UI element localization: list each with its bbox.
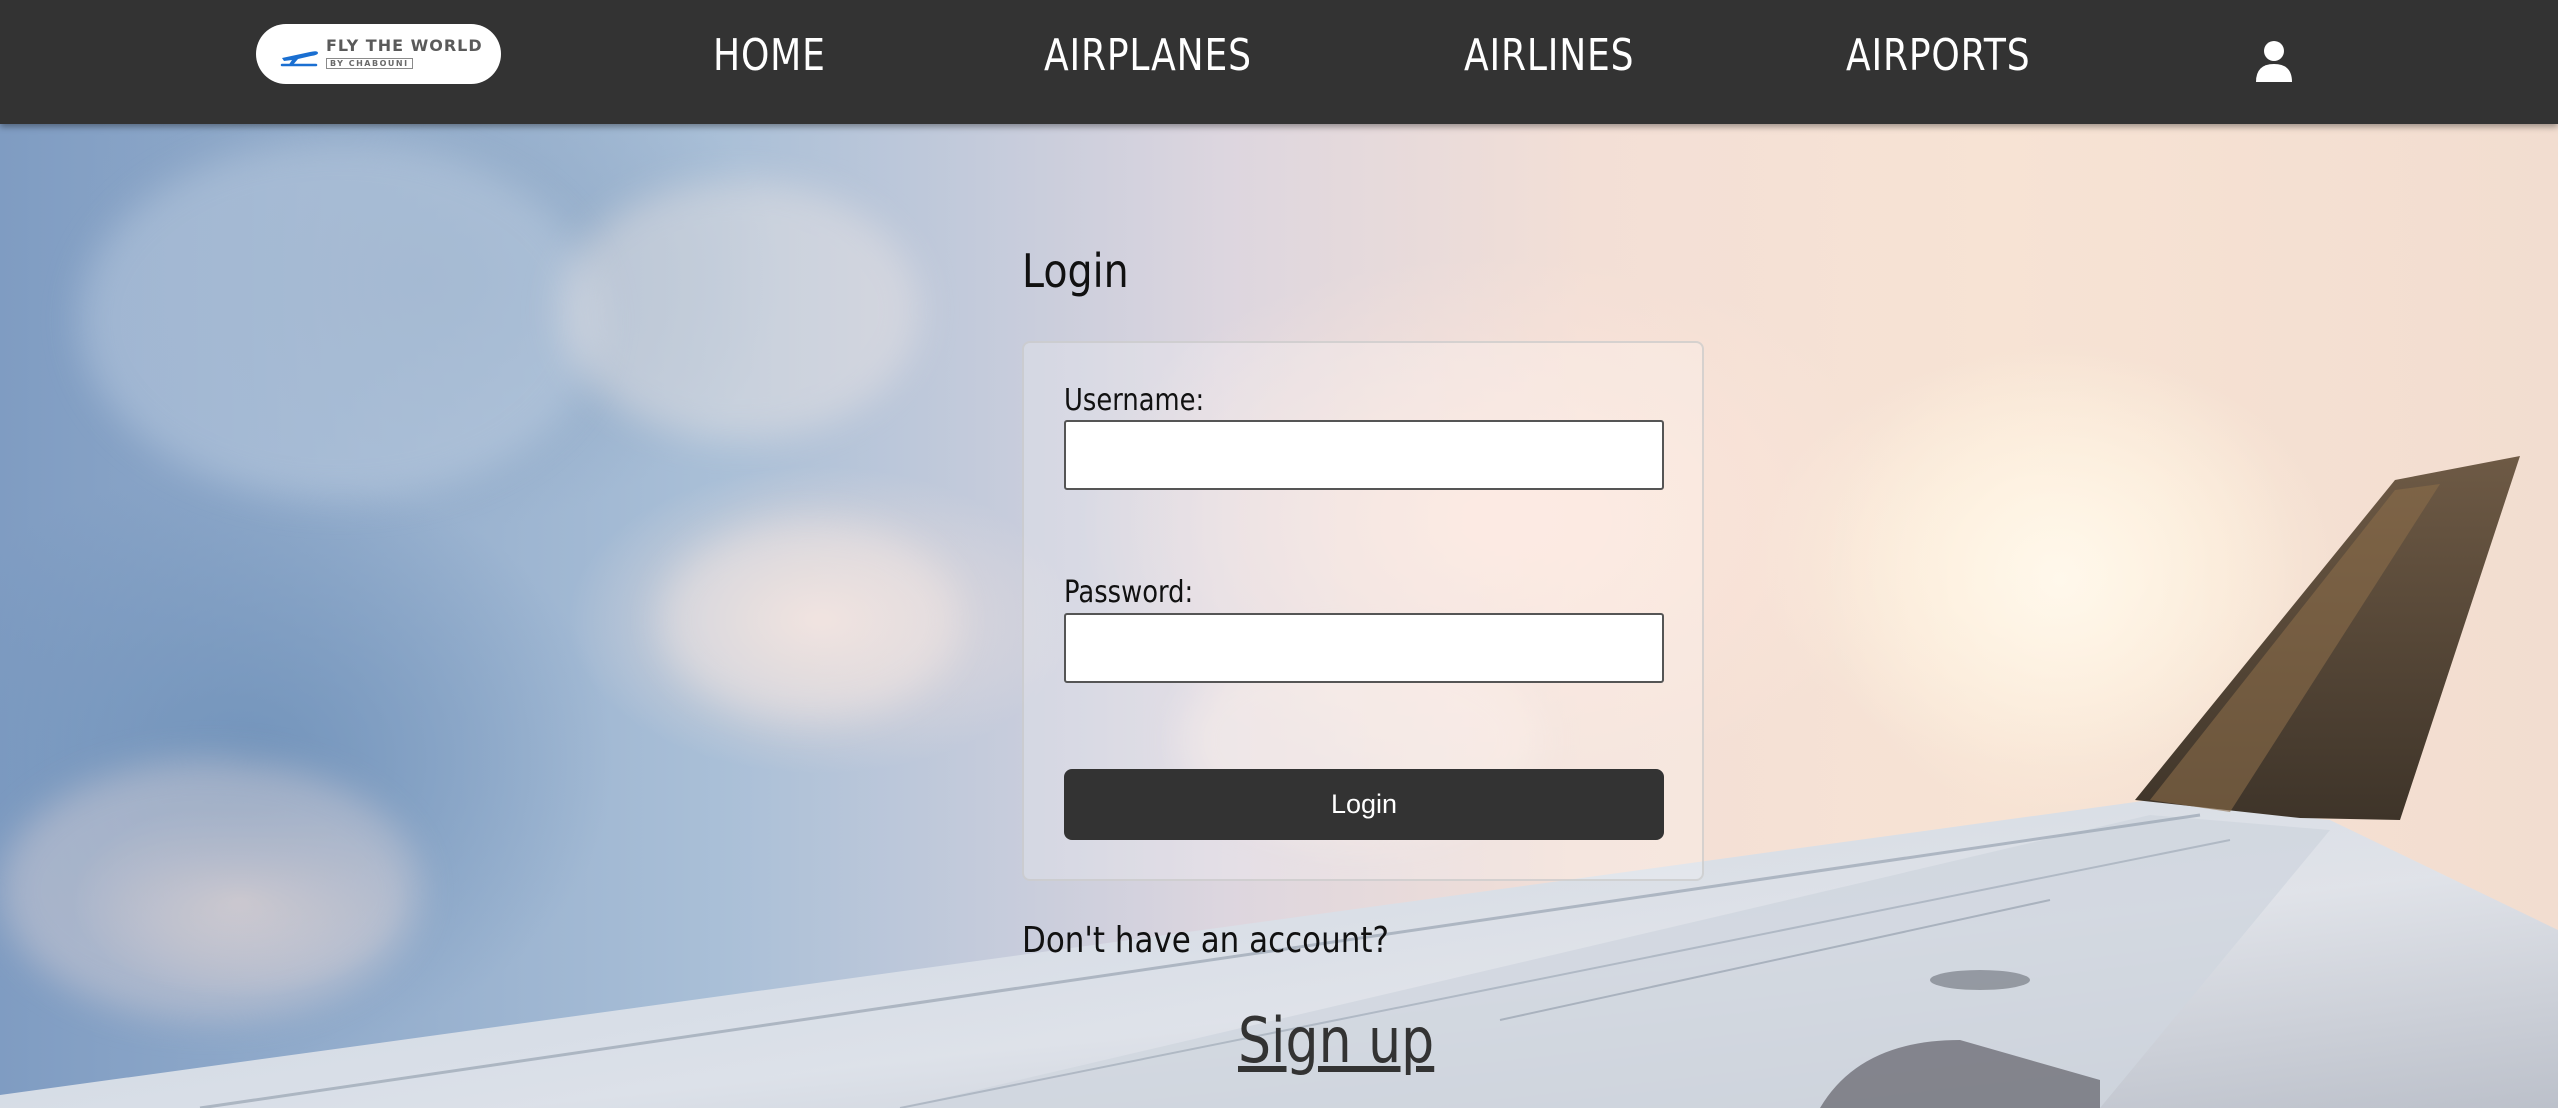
username-input[interactable] [1064, 420, 1664, 490]
no-account-text: Don't have an account? [1022, 920, 1389, 961]
nav-item-airlines[interactable]: AIRLINES [1464, 30, 1634, 81]
page: FLY THE WORLD BY CHABOUNI HOME AIRPLANES… [0, 0, 2558, 1108]
signup-link[interactable]: Sign up [1238, 1004, 1434, 1077]
top-navbar: FLY THE WORLD BY CHABOUNI HOME AIRPLANES… [0, 0, 2558, 124]
nav-item-airports[interactable]: AIRPORTS [1846, 30, 2031, 81]
nav-item-airplanes[interactable]: AIRPLANES [1044, 30, 1252, 81]
logo-subtitle: BY CHABOUNI [326, 58, 413, 69]
login-button[interactable]: Login [1064, 769, 1664, 840]
user-icon[interactable] [2255, 40, 2293, 82]
password-input[interactable] [1064, 613, 1664, 683]
airplane-logo-icon [280, 51, 318, 67]
password-label: Password: [1064, 575, 1194, 610]
logo-title: FLY THE WORLD [326, 36, 483, 55]
login-form: Username: Password: Login [1022, 341, 1704, 881]
username-label: Username: [1064, 383, 1205, 418]
login-heading: Login [1022, 244, 1129, 298]
nav-item-home[interactable]: HOME [713, 30, 826, 81]
brand-logo[interactable]: FLY THE WORLD BY CHABOUNI [256, 24, 501, 84]
